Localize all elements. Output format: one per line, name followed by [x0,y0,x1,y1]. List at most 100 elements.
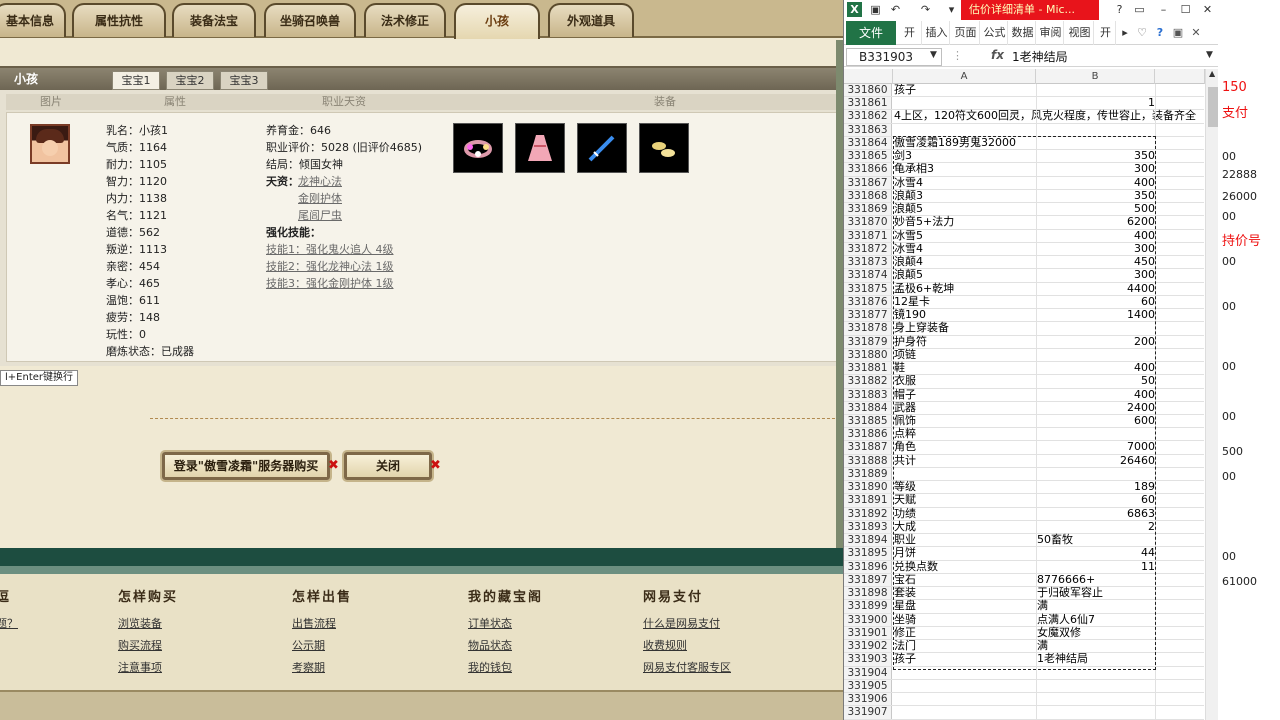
sheet-row[interactable]: 331895 月饼 44 [844,547,1204,561]
formula-content[interactable]: 1老神结局 [1012,48,1068,65]
sheet-row[interactable]: 331862 4上区，120符文600回灵，风克火程度，传世容止，装备齐全 [844,110,1204,124]
cell-b[interactable]: 400 [1037,388,1155,401]
column-header-c[interactable] [1155,69,1205,84]
sheet-grid[interactable]: 331860 孩子 331861 1 331862 4上区，120符文600回灵，风克火程… [844,84,1204,720]
tab-basic-info[interactable]: 基本信息 [0,3,66,37]
footer-link[interactable]: 题？ [0,615,18,637]
cell-b[interactable]: 11 [1037,560,1155,573]
cell-b[interactable]: 2400 [1037,401,1155,414]
cell-a[interactable]: 月饼 [894,547,1036,559]
sheet-row[interactable]: 331871 冰雪5 400 [844,229,1204,243]
row-number[interactable]: 331898 [844,587,892,600]
sheet-row[interactable]: 331899 星盘满 [844,600,1204,614]
footer-link[interactable]: 订单状态 [468,615,543,637]
cell-a[interactable]: 角色 [894,441,1036,453]
ribbon-display-icon[interactable]: ▭ [1132,2,1147,17]
row-number[interactable]: 331860 [844,84,892,97]
cell-a[interactable]: 龟承相3 [894,163,1036,175]
footer-link[interactable]: 公示期 [292,637,352,659]
sheet-row[interactable]: 331906 [844,693,1204,707]
row-number[interactable]: 331882 [844,375,892,388]
cell-b[interactable]: 600 [1037,415,1155,427]
sheet-row[interactable]: 331878 身上穿装备 [844,322,1204,336]
golden-shoes-icon[interactable] [639,123,689,173]
cell-a[interactable]: 孩子 [894,84,1036,96]
sheet-row[interactable]: 331875 孟极6+乾坤 4400 [844,282,1204,296]
blue-sword-icon[interactable] [577,123,627,173]
cell-b[interactable]: 点满人6仙7 [1037,613,1155,626]
cell-a[interactable]: 傲雪凌霜189男鬼32000 [894,136,1036,149]
cell-a[interactable]: 兑换点数 [894,560,1036,573]
cell-a[interactable]: 12星卡 [894,295,1036,308]
row-number[interactable]: 331885 [844,415,892,428]
tab-equipment[interactable]: 装备法宝 [172,3,256,37]
close-workbook-icon[interactable]: ✕ [1188,21,1204,45]
cell-a[interactable]: 孟极6+乾坤 [894,282,1036,295]
row-number[interactable]: 331884 [844,401,892,414]
cell-a[interactable]: 法门 [894,640,1036,652]
skill-link-1[interactable]: 技能1：强化鬼火追人 4级 [266,241,394,257]
sheet-row[interactable]: 331904 [844,666,1204,680]
cell-b[interactable]: 350 [1037,189,1155,202]
row-number[interactable]: 331863 [844,123,892,136]
row-number[interactable]: 331901 [844,626,892,640]
row-number[interactable]: 331903 [844,653,892,666]
row-number[interactable]: 331870 [844,216,892,229]
close-window-icon[interactable]: ✕ [1200,2,1215,17]
cell-a[interactable]: 坐骑 [894,613,1036,626]
undo-icon[interactable]: ↶ [888,2,903,17]
cell-b[interactable]: 满 [1037,640,1155,652]
footer-link[interactable]: 出售流程 [292,615,352,637]
cell-a[interactable]: 孩子 [894,653,1036,665]
ribbon-tab-data[interactable]: 数据 [1010,21,1036,45]
column-header-a[interactable]: A [893,69,1036,84]
cell-b[interactable]: 400 [1037,362,1155,374]
cell-b[interactable]: 60 [1037,295,1155,308]
sheet-row[interactable]: 331867 冰雪4 400 [844,176,1204,190]
sheet-row[interactable]: 331870 妙音5+法力 6200 [844,216,1204,230]
row-number[interactable]: 331878 [844,322,892,335]
row-number[interactable]: 331861 [844,97,892,110]
cell-a[interactable]: 大成 [894,520,1036,533]
row-number[interactable]: 331894 [844,534,892,547]
row-number[interactable]: 331872 [844,242,892,256]
pink-dress-icon[interactable] [515,123,565,173]
footer-link[interactable]: 考察期 [292,659,352,681]
row-number[interactable]: 331864 [844,136,892,150]
cell-a[interactable]: 套装 [894,587,1036,599]
fx-icon[interactable]: fx [991,48,1004,62]
sheet-row[interactable]: 331884 武器 2400 [844,401,1204,415]
sheet-row[interactable]: 331903 孩子 1老神结局 [844,653,1204,667]
cell-b[interactable]: 4400 [1037,282,1155,295]
tab-child[interactable]: 小孩 [454,3,540,39]
help-icon[interactable]: ? [1112,2,1127,17]
row-number[interactable]: 331868 [844,189,892,203]
cell-b[interactable]: 8776666+ [1037,573,1155,586]
file-tab[interactable]: 文件 [846,21,896,45]
row-number[interactable]: 331887 [844,441,892,454]
row-number[interactable]: 331897 [844,573,892,587]
row-number[interactable]: 331889 [844,467,892,481]
row-number[interactable]: 331869 [844,203,892,216]
save-icon[interactable]: ▣ [868,2,883,17]
cell-a[interactable]: 身上穿装备 [894,322,1036,334]
skill-link-3[interactable]: 技能3：强化金刚护体 1级 [266,275,394,291]
sheet-row[interactable]: 331892 功绩 6863 [844,507,1204,521]
cell-b[interactable]: 450 [1037,256,1155,268]
cell-b[interactable]: 1400 [1037,309,1155,321]
row-number[interactable]: 331886 [844,428,892,441]
row-number[interactable]: 331874 [844,269,892,282]
cell-b[interactable]: 6863 [1037,507,1155,520]
cell-a[interactable]: 冰雪5 [894,229,1036,242]
sheet-row[interactable]: 331905 [844,679,1204,694]
row-number[interactable]: 331876 [844,295,892,309]
cell-a[interactable]: 冰雪4 [894,176,1036,189]
row-number[interactable]: 331900 [844,613,892,626]
tab-appearance[interactable]: 外观道具 [548,3,634,37]
cell-b[interactable]: 300 [1037,242,1155,255]
cell-a[interactable]: 点粹 [894,428,1036,440]
talent-link-2[interactable]: 金刚护体 [298,190,342,206]
row-number[interactable]: 331865 [844,150,892,163]
cell-a[interactable]: 浪颠3 [894,189,1036,202]
cell-b[interactable]: 500 [1037,203,1155,215]
